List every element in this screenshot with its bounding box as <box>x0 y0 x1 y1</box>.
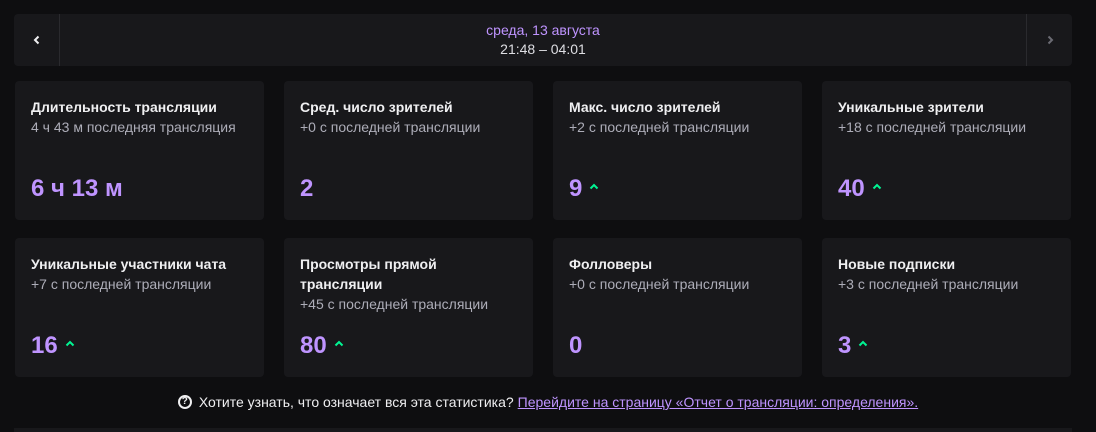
question-circle-icon: ? <box>177 395 192 409</box>
stream-date-info: среда, 13 августа 21:48 – 04:01 <box>60 14 1026 66</box>
stat-card-stream-duration: Длительность трансляции 4 ч 43 м последн… <box>15 81 264 220</box>
stat-card-title: Длительность трансляции <box>31 99 217 115</box>
stat-card-title: Уникальные зрители <box>838 99 984 115</box>
stat-card-value: 2 <box>300 175 313 203</box>
stat-card-title: Сред. число зрителей <box>300 99 453 115</box>
stat-card-comparison: +0 с последней трансляции <box>569 276 750 292</box>
stat-value-text: 2 <box>300 175 314 202</box>
stat-value-text: 9 <box>569 175 583 202</box>
stat-value-text: 0 <box>569 332 583 359</box>
stat-card-title: Просмотры прямой трансляции <box>300 256 437 292</box>
trend-up-icon <box>872 183 881 189</box>
stat-card-comparison: +2 с последней трансляции <box>569 119 750 135</box>
stat-card-comparison: 4 ч 43 м последняя трансляция <box>31 119 236 135</box>
stream-date: среда, 13 августа <box>486 22 600 38</box>
next-stream-button[interactable] <box>1026 14 1072 66</box>
stat-card-value: 80 <box>300 332 344 360</box>
stat-card-unique-chatters: Уникальные участники чата +7 с последней… <box>15 238 264 377</box>
help-question-text: Хотите узнать, что означает вся эта стат… <box>198 394 514 410</box>
stats-help-footer: ? Хотите узнать, что означает вся эта ст… <box>0 394 1096 410</box>
stream-time-range: 21:48 – 04:01 <box>500 41 586 57</box>
stat-card-unique-viewers: Уникальные зрители +18 с последней транс… <box>822 81 1071 220</box>
stat-card-max-viewers: Макс. число зрителей +2 с последней тран… <box>553 81 802 220</box>
stat-value-text: 40 <box>838 175 865 202</box>
stat-card-value: 9 <box>569 175 599 203</box>
chevron-left-icon <box>33 35 39 45</box>
stat-value-text: 80 <box>300 332 327 359</box>
stat-card-avg-viewers: Сред. число зрителей +0 с последней тран… <box>284 81 533 220</box>
stat-card-live-views: Просмотры прямой трансляции +45 с послед… <box>284 238 533 377</box>
stat-card-title: Уникальные участники чата <box>31 256 227 272</box>
stat-card-comparison: +3 с последней трансляции <box>838 276 1019 292</box>
stat-card-new-subscriptions: Новые подписки +3 с последней трансляции… <box>822 238 1071 377</box>
stat-card-title: Макс. число зрителей <box>569 99 721 115</box>
stat-card-value: 6 ч 13 м <box>31 175 123 203</box>
stat-card-comparison: +7 с последней трансляции <box>31 276 212 292</box>
bottom-divider <box>14 428 1072 432</box>
stat-card-value: 16 <box>31 332 75 360</box>
stat-card-title: Фолловеры <box>569 256 653 272</box>
stat-value-text: 16 <box>31 332 58 359</box>
stat-card-value: 0 <box>569 332 582 360</box>
chevron-right-icon <box>1047 35 1053 45</box>
trend-up-icon <box>65 340 74 346</box>
stat-card-comparison: +45 с последней трансляции <box>300 296 489 312</box>
definitions-page-link[interactable]: Перейдите на страницу «Отчет о трансляци… <box>518 394 918 410</box>
stat-card-comparison: +18 с последней трансляции <box>838 119 1027 135</box>
previous-stream-button[interactable] <box>14 14 60 66</box>
stat-card-followers: Фолловеры +0 с последней трансляции 0 <box>553 238 802 377</box>
trend-up-icon <box>859 340 868 346</box>
trend-up-icon <box>334 340 343 346</box>
stat-value-text: 3 <box>838 332 852 359</box>
stat-card-title: Новые подписки <box>838 256 956 272</box>
stat-card-value: 40 <box>838 175 882 203</box>
trend-up-icon <box>590 183 599 189</box>
stat-value-text: 6 ч 13 м <box>31 175 123 202</box>
stat-card-comparison: +0 с последней трансляции <box>300 119 481 135</box>
date-navigator: среда, 13 августа 21:48 – 04:01 <box>14 14 1072 66</box>
stat-card-value: 3 <box>838 332 868 360</box>
